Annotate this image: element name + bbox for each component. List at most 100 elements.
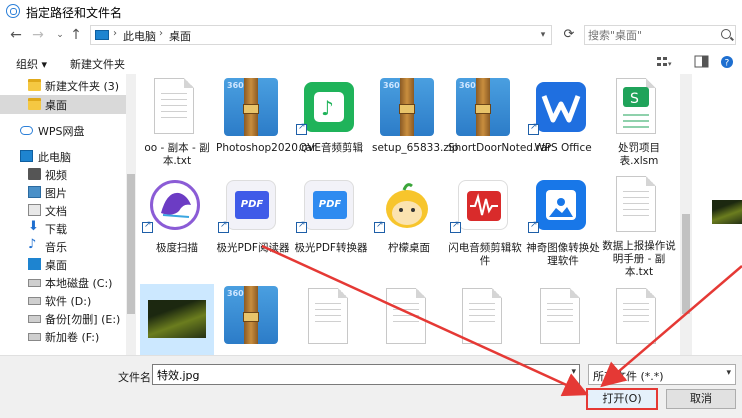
address-dropdown-icon[interactable]: ▾ [536, 26, 550, 44]
breadcrumb-desktop[interactable]: 桌面 [169, 28, 191, 44]
text-document-icon [462, 288, 502, 344]
nav-item-drive-c[interactable]: 本地磁盘 (C:) [0, 273, 126, 292]
nav-item-label: 视频 [45, 169, 67, 182]
file-tile[interactable]: 闪电音频剪辑软件 [448, 174, 522, 274]
file-tile[interactable] [294, 286, 368, 355]
up-button[interactable]: ↑ [66, 24, 86, 46]
filename-combobox[interactable]: ▾ [152, 364, 580, 385]
document-icon [28, 204, 41, 216]
file-label: oo - 副本 - 副本.txt [144, 142, 210, 167]
nav-item-music[interactable]: ♪ 音乐 [0, 237, 126, 256]
preview-pane-icon[interactable] [694, 55, 710, 69]
picture-icon [28, 186, 41, 198]
nav-item-drive-f[interactable]: 新加卷 (F:) [0, 327, 126, 346]
chevron-down-icon[interactable]: ▾ [726, 368, 731, 378]
text-document-icon [308, 288, 348, 344]
file-label: 柠檬桌面 [388, 242, 430, 254]
file-tile[interactable]: 极度扫描 [140, 174, 214, 274]
help-icon[interactable]: ? [720, 55, 736, 69]
file-scrollbar[interactable] [680, 74, 692, 355]
cancel-button[interactable]: 取消 [666, 389, 736, 409]
nav-item-pictures[interactable]: 图片 [0, 183, 126, 202]
pdf-converter-icon: PDF [304, 180, 354, 230]
nav-item-wps-cloud[interactable]: WPS网盘 [0, 121, 126, 140]
filetype-select[interactable]: 所有文件 (*.*) ▾ [588, 364, 736, 385]
breadcrumb-separator-icon[interactable]: › [113, 28, 117, 39]
open-button[interactable]: 打开(O) [586, 388, 658, 410]
image-convert-icon [536, 180, 586, 230]
breadcrumb-separator-icon[interactable]: › [159, 28, 163, 39]
file-tile[interactable] [602, 286, 676, 355]
file-tile[interactable]: oo - 副本 - 副本.txt [140, 76, 214, 176]
rar-archive-icon: 360 [456, 78, 510, 136]
nav-item-drive-e[interactable]: 备份[勿删] (E:) [0, 309, 126, 328]
search-icon[interactable] [721, 29, 731, 39]
organize-button[interactable]: 组织 ▾ [16, 56, 47, 72]
file-tile[interactable]: 360 setup_65833.zip [372, 76, 459, 176]
toolbar: 组织 ▾ 新建文件夹 [0, 52, 742, 74]
file-label: 极光PDF阅读器 [216, 242, 290, 254]
file-tile[interactable]: S 处罚项目表.xlsm [602, 76, 676, 176]
breadcrumb-this-pc[interactable]: 此电脑 [123, 28, 156, 44]
shortcut-arrow-icon [218, 220, 229, 233]
scrollbar-thumb[interactable] [127, 174, 135, 314]
nav-item-desktop-selected[interactable]: 桌面 [0, 95, 126, 114]
refresh-icon[interactable]: ⟳ [558, 25, 580, 45]
filename-input[interactable] [157, 367, 557, 382]
archive-badge: 360 [227, 289, 244, 298]
nav-item-drive-d[interactable]: 软件 (D:) [0, 291, 126, 310]
file-label: Photoshop2020.rar [216, 142, 317, 154]
nav-item-new-folder[interactable]: 新建文件夹 (3) [0, 76, 126, 95]
file-tile[interactable]: 360 [216, 284, 290, 355]
scrollbar-thumb[interactable] [682, 214, 690, 314]
file-tile[interactable]: ♪ QVE音频剪辑 [294, 76, 368, 176]
file-tile-selected[interactable] [140, 284, 214, 355]
file-tile[interactable]: WPS Office [526, 76, 600, 176]
nav-item-label: 桌面 [45, 99, 67, 112]
back-button[interactable]: ← [6, 24, 26, 46]
file-tile[interactable]: 360 Photoshop2020.rar [216, 76, 317, 176]
nav-item-this-pc[interactable]: 此电脑 [0, 147, 126, 166]
nav-item-label: 本地磁盘 (C:) [45, 277, 113, 290]
file-tile[interactable] [372, 286, 446, 355]
new-folder-button[interactable]: 新建文件夹 [70, 56, 125, 72]
video-icon [28, 168, 41, 180]
file-tile[interactable]: 360 ShortDoorNoted.rar [448, 76, 551, 176]
drive-icon [28, 333, 41, 341]
address-bar[interactable]: › 此电脑 › 桌面 [90, 25, 552, 45]
nav-item-downloads[interactable]: ⬇ 下载 [0, 219, 126, 238]
file-tile[interactable]: PDF 极光PDF阅读器 [216, 174, 290, 274]
nav-scrollbar[interactable] [126, 74, 136, 355]
file-tile[interactable]: 神奇图像转换处理软件 [526, 174, 600, 274]
navigation-pane: 新建文件夹 (3) 桌面 WPS网盘 此电脑 视频 图片 文档 ⬇ 下载 ♪ 音… [0, 74, 126, 355]
desktop-icon [28, 258, 41, 270]
chevron-down-icon[interactable]: ▾ [571, 367, 576, 377]
nav-item-desktop[interactable]: 桌面 [0, 255, 126, 274]
text-document-icon [540, 288, 580, 344]
shortcut-arrow-icon [528, 122, 539, 135]
nav-item-documents[interactable]: 文档 [0, 201, 126, 220]
file-label: setup_65833.zip [372, 142, 459, 154]
nav-item-videos[interactable]: 视频 [0, 165, 126, 184]
folder-icon [28, 98, 41, 110]
text-document-icon [386, 288, 426, 344]
drive-icon [28, 315, 41, 323]
rar-archive-icon: 360 [380, 78, 434, 136]
file-label: QVE音频剪辑 [298, 142, 364, 154]
file-tile[interactable] [448, 286, 522, 355]
file-tile[interactable]: 柠檬桌面 [372, 174, 446, 274]
svg-text:♪: ♪ [321, 96, 334, 120]
file-tile[interactable] [526, 286, 600, 355]
forward-button[interactable]: → [28, 24, 48, 46]
nav-item-label: 图片 [45, 187, 67, 200]
file-tile[interactable]: 数据上报操作说明手册 - 副本.txt [602, 174, 676, 278]
audio-wave-icon [458, 180, 508, 230]
search-input[interactable] [588, 27, 716, 43]
file-tile[interactable]: PDF 极光PDF转换器 [294, 174, 368, 274]
download-icon: ⬇ [28, 219, 39, 234]
view-options-icon[interactable]: ▾ [656, 55, 672, 69]
file-label: 极光PDF转换器 [294, 242, 368, 254]
search-box[interactable] [584, 25, 736, 45]
pdf-badge: PDF [235, 191, 269, 219]
nav-item-label: 软件 (D:) [45, 295, 92, 308]
